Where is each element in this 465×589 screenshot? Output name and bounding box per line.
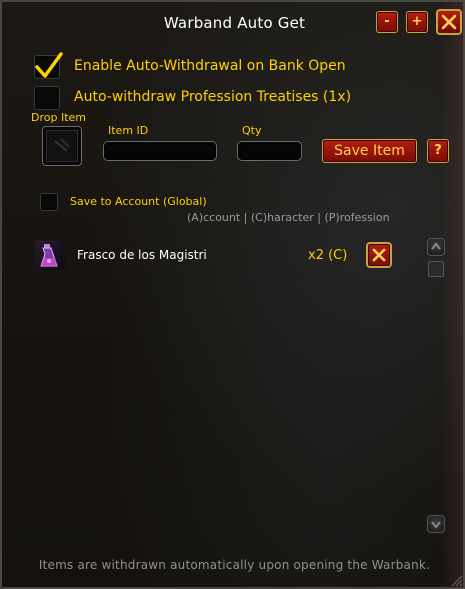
auto-withdraw-label: Enable Auto-Withdrawal on Bank Open <box>74 58 346 74</box>
auto-withdraw-checkbox[interactable] <box>34 52 63 79</box>
addon-window: Warband Auto Get - + Enable Auto-Withdra… <box>0 0 465 589</box>
arrow-up-icon <box>431 242 441 250</box>
item-quantity: x2 (C) <box>308 248 348 263</box>
save-account-label: Save to Account (Global) <box>70 195 207 208</box>
footer-note: Items are withdrawn automatically upon o… <box>38 558 431 572</box>
save-account-checkbox[interactable] <box>40 193 58 211</box>
save-item-button[interactable]: Save Item <box>322 139 417 163</box>
arrow-down-icon <box>431 521 441 529</box>
empty-slot-icon <box>46 130 78 162</box>
scroll-up-button[interactable] <box>427 238 445 256</box>
close-icon <box>372 248 386 262</box>
close-button[interactable] <box>436 9 462 35</box>
qty-input[interactable] <box>237 141 302 161</box>
potion-flask-icon <box>35 240 65 270</box>
qty-label: Qty <box>242 124 262 137</box>
item-id-label: Item ID <box>108 124 149 137</box>
expand-button[interactable]: + <box>406 11 428 33</box>
scrollbar-thumb[interactable] <box>428 261 444 277</box>
close-icon <box>441 14 457 30</box>
scope-legend: (A)ccount | (C)haracter | (P)rofession <box>187 211 390 224</box>
checkmark-icon <box>35 52 63 78</box>
help-button[interactable]: ? <box>427 139 449 163</box>
remove-item-button[interactable] <box>366 242 392 268</box>
treatises-checkbox[interactable] <box>34 86 60 110</box>
treatises-label: Auto-withdraw Profession Treatises (1x) <box>74 89 352 105</box>
item-id-input[interactable] <box>103 141 217 161</box>
drop-item-label: Drop Item <box>31 111 86 124</box>
minimize-button[interactable]: - <box>376 11 398 33</box>
item-name: Frasco de los Magistri <box>77 248 207 262</box>
resize-grip-icon[interactable] <box>450 574 464 588</box>
scroll-down-button[interactable] <box>427 515 445 533</box>
drop-item-slot[interactable] <box>42 126 82 166</box>
